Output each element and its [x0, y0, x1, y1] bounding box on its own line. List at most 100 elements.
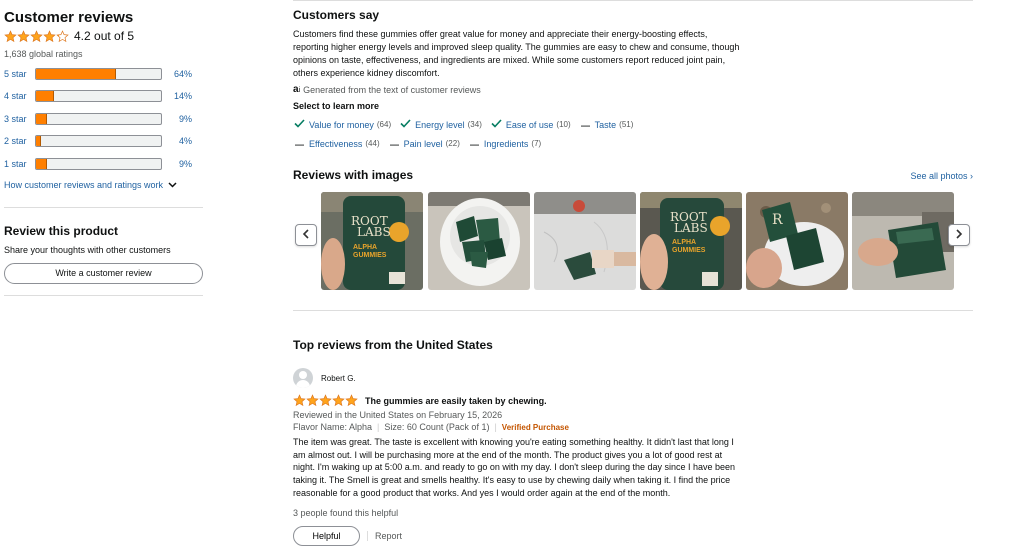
chevron-left-icon	[302, 228, 310, 242]
aspect-count: (22)	[445, 139, 460, 148]
global-ratings-count: 1,638 global ratings	[4, 49, 83, 59]
aspect-chip[interactable]: Value for money (64)	[293, 116, 391, 133]
aspect-chip[interactable]: Energy level (34)	[399, 116, 482, 133]
aspect-label: Value for money	[309, 119, 374, 130]
customers-say-title: Customers say	[293, 8, 380, 22]
checkmark-icon	[293, 118, 306, 131]
aspect-chip[interactable]: Taste (51)	[579, 116, 633, 133]
aspect-label: Effectiveness	[309, 138, 363, 149]
histogram-percent: 9%	[178, 158, 192, 169]
aspect-chip[interactable]: Effectiveness (44)	[293, 135, 380, 152]
aspect-label: Ingredients	[483, 138, 529, 149]
histogram-row[interactable]: 2 star 4%	[4, 135, 204, 148]
avatar	[293, 368, 313, 388]
star-icon	[332, 394, 345, 407]
review-variant: Flavor Name: Alpha | Size: 60 Count (Pac…	[293, 422, 569, 432]
histogram-bar-fill	[36, 136, 41, 146]
rating-text: 4.2 out of 5	[74, 29, 135, 43]
aspect-count: (44)	[365, 139, 380, 148]
aspect-chip[interactable]: Ingredients (7)	[468, 135, 541, 152]
histogram-star-label: 2 star	[4, 136, 27, 146]
average-stars	[4, 29, 69, 43]
carousel-prev-button[interactable]	[295, 224, 317, 246]
write-review-button[interactable]: Write a customer review	[4, 262, 203, 284]
reviews-column: Customers say Customers find these gummi…	[293, 0, 973, 546]
histogram-percent: 4%	[178, 136, 192, 146]
bottle-brand-bottom: LABS	[674, 221, 708, 235]
chevron-right-icon	[955, 228, 963, 242]
review-thumbnail[interactable]	[852, 192, 954, 290]
review-date: Reviewed in the United States on Februar…	[293, 410, 503, 420]
reviewer-name: Robert G.	[321, 373, 356, 383]
histogram-star-label: 4 star	[4, 91, 27, 101]
chevron-down-icon	[168, 180, 177, 190]
histogram-star-label: 3 star	[4, 113, 27, 124]
star-icon	[30, 29, 43, 43]
histogram-bar	[35, 112, 162, 125]
histogram-row[interactable]: 4 star 14%	[4, 90, 204, 103]
star-icon	[319, 394, 332, 407]
reviews-with-images-title: Reviews with images	[293, 168, 414, 182]
ai-generated-note: ai Generated from the text of customer r…	[293, 84, 973, 95]
see-all-photos-link[interactable]: See all photos ›	[910, 171, 973, 181]
histogram-bar	[35, 90, 162, 102]
histogram-bar	[35, 157, 162, 170]
histogram-bar-fill	[36, 91, 54, 101]
histogram-row[interactable]: 5 star 64%	[4, 67, 204, 80]
section-divider	[4, 206, 203, 208]
aspect-chips: Value for money (64) Energy level (34) Ease …	[293, 116, 693, 154]
review-title: The gummies are easily taken by chewing.	[365, 395, 547, 406]
review-stars	[293, 394, 358, 407]
aspect-count: (34)	[467, 120, 482, 129]
dash-icon	[579, 120, 592, 130]
review-thumbnail[interactable]: R	[746, 192, 848, 290]
aspect-label: Ease of use	[505, 119, 554, 130]
review-title-row[interactable]: The gummies are easily taken by chewing.	[293, 394, 973, 407]
histogram-bar	[35, 67, 162, 80]
review-thumbnail[interactable]: ROOT LABS ALPHA GUMMIES	[321, 192, 423, 290]
top-reviews-title: Top reviews from the United States	[293, 338, 493, 352]
star-icon	[306, 394, 319, 407]
image-carousel: ROOT LABS ALPHA GUMMIES ROOT LABS ALPHA …	[293, 192, 973, 292]
how-ratings-work-link[interactable]: How customer reviews and ratings work	[4, 180, 204, 190]
aspect-chip[interactable]: Ease of use (10)	[490, 116, 571, 133]
size-name: Size: 60 Count (Pack of 1)	[384, 422, 490, 432]
average-rating[interactable]: 4.2 out of 5	[4, 29, 204, 43]
carousel-next-button[interactable]	[948, 224, 970, 246]
histogram-row[interactable]: 3 star 9%	[4, 112, 204, 125]
ratings-column: Customer reviews 4.2 out of 5 1,638 glob…	[4, 0, 204, 296]
histogram-bar-fill	[36, 113, 48, 124]
review-thumbnail[interactable]: ROOT LABS ALPHA GUMMIES	[640, 192, 742, 290]
histogram-star-label: 1 star	[4, 158, 27, 169]
bottle-product: ALPHA GUMMIES	[353, 244, 387, 259]
aspect-chip[interactable]: Pain level (22)	[388, 135, 460, 152]
star-icon	[43, 29, 56, 43]
aspect-label: Pain level	[403, 138, 443, 149]
histogram-bar-fill	[36, 158, 48, 169]
report-link[interactable]: Report	[367, 530, 402, 541]
flavor-name: Flavor Name: Alpha	[293, 422, 373, 432]
bottle-brand-bottom: LABS	[357, 225, 391, 239]
dash-icon	[293, 139, 306, 149]
review-thumbnail[interactable]	[534, 192, 636, 290]
review-product-subtitle: Share your thoughts with other customers	[4, 244, 171, 255]
review-body: The item was great. The taste is excelle…	[293, 437, 736, 498]
reviews-with-images-header: Reviews with images See all photos ›	[293, 168, 973, 182]
reviewer-profile[interactable]: Robert G.	[293, 368, 973, 388]
customer-reviews-title: Customer reviews	[4, 9, 134, 26]
review-thumbnail[interactable]	[428, 192, 530, 290]
aspect-label: Taste	[594, 119, 617, 130]
how-ratings-work-label: How customer reviews and ratings work	[4, 179, 164, 190]
histogram-row[interactable]: 1 star 9%	[4, 157, 204, 170]
helpful-count: 3 people found this helpful	[293, 507, 399, 518]
histogram-bar	[35, 135, 162, 147]
checkmark-icon	[399, 118, 412, 131]
star-icon	[293, 394, 306, 407]
helpful-button[interactable]: Helpful	[293, 525, 360, 546]
histogram-percent: 9%	[178, 113, 192, 124]
select-to-learn-label: Select to learn more	[293, 101, 380, 111]
checkmark-icon	[490, 118, 503, 131]
verified-purchase-badge: Verified Purchase	[501, 422, 569, 432]
dash-icon	[468, 139, 481, 149]
histogram-star-label: 5 star	[4, 68, 27, 79]
